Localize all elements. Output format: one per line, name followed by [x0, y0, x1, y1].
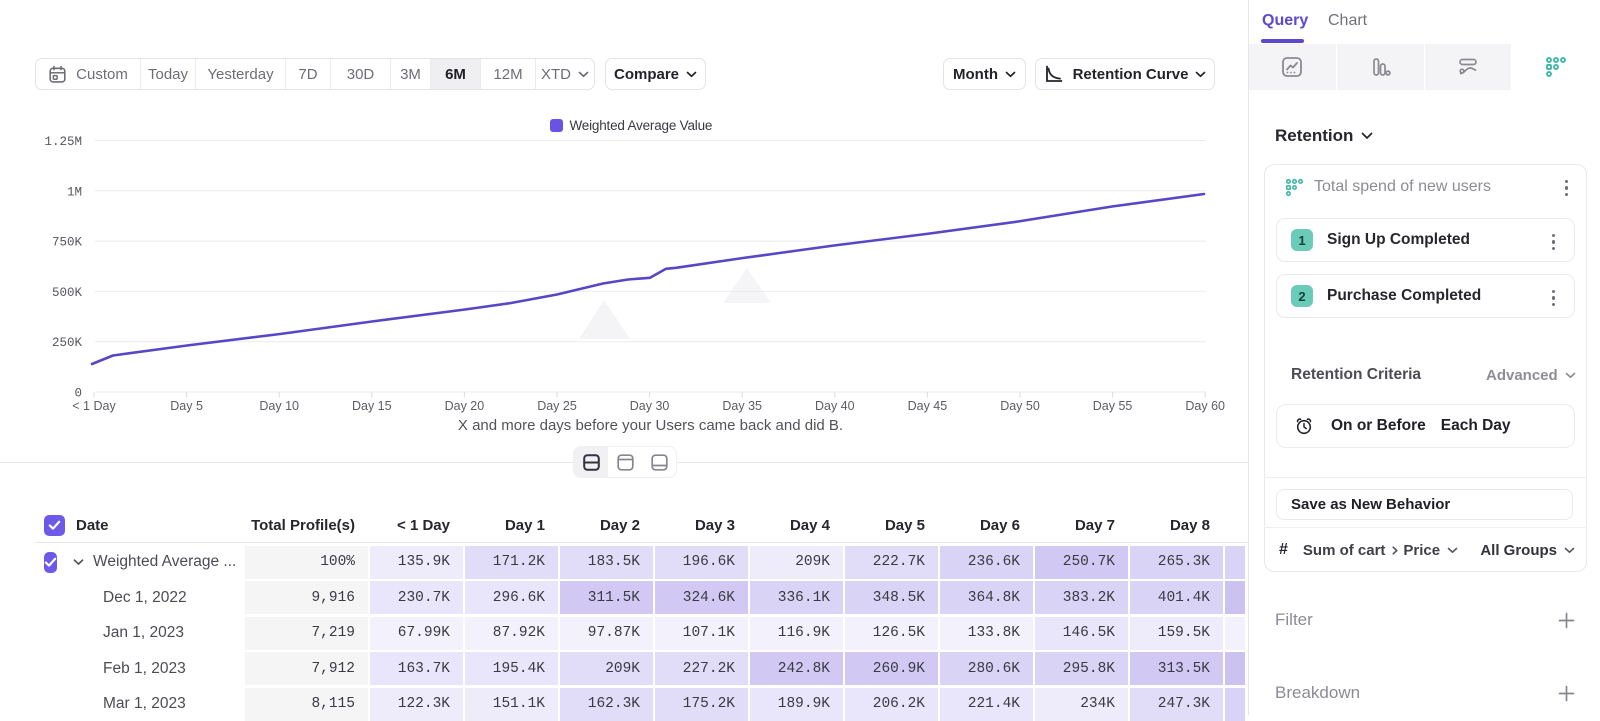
- svg-text:1M: 1M: [67, 185, 82, 199]
- svg-text:750K: 750K: [52, 236, 83, 250]
- svg-text:1.25M: 1.25M: [44, 135, 82, 149]
- svg-text:Day 60: Day 60: [1185, 399, 1225, 413]
- svg-text:Day 25: Day 25: [537, 399, 577, 413]
- svg-text:Day 30: Day 30: [630, 399, 670, 413]
- svg-text:Day 5: Day 5: [170, 399, 203, 413]
- svg-text:500K: 500K: [52, 286, 83, 300]
- svg-text:Day 45: Day 45: [908, 399, 948, 413]
- svg-text:Day 20: Day 20: [445, 399, 485, 413]
- svg-text:< 1 Day: < 1 Day: [72, 399, 116, 413]
- svg-text:250K: 250K: [52, 336, 83, 350]
- svg-text:Day 10: Day 10: [259, 399, 299, 413]
- svg-text:Day 35: Day 35: [722, 399, 762, 413]
- svg-text:Day 40: Day 40: [815, 399, 855, 413]
- svg-text:Day 50: Day 50: [1000, 399, 1040, 413]
- svg-text:Day 15: Day 15: [352, 399, 392, 413]
- svg-text:Day 55: Day 55: [1093, 399, 1133, 413]
